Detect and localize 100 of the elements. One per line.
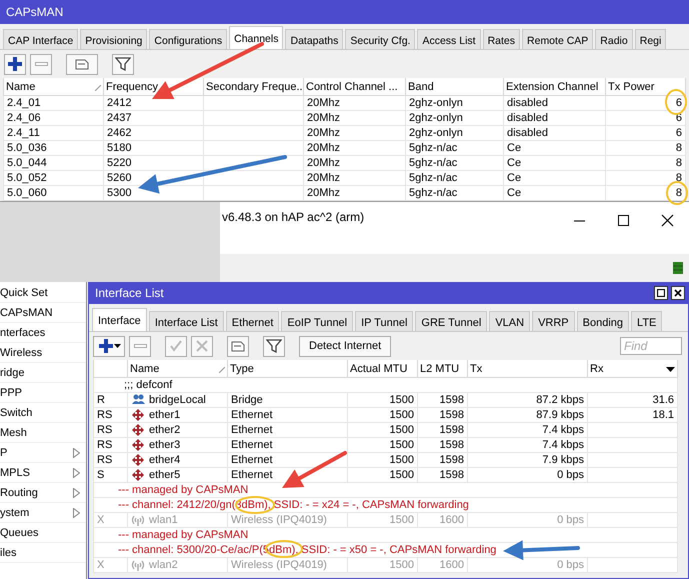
tab[interactable]: Provisioning xyxy=(80,29,148,49)
tab[interactable]: Remote CAP xyxy=(522,29,594,49)
maximize-icon[interactable] xyxy=(616,214,630,226)
tab[interactable]: GRE Tunnel xyxy=(415,311,488,331)
table-cell: 6 xyxy=(606,96,686,110)
tab[interactable]: LTE xyxy=(631,311,662,331)
status-flags: X xyxy=(94,512,128,528)
tab[interactable]: Access List xyxy=(417,29,481,49)
table-cell: 2437 xyxy=(104,110,204,126)
add-button[interactable] xyxy=(4,54,26,74)
table-cell: Ce xyxy=(504,186,606,200)
tab[interactable]: VLAN xyxy=(489,311,530,331)
window-title: v6.48.3 on hAP ac^2 (arm) xyxy=(221,210,366,224)
column-header[interactable]: Control Channel ... xyxy=(304,78,406,96)
column-header[interactable]: Extension Channel xyxy=(504,78,606,96)
column-header[interactable]: Rx xyxy=(590,362,604,374)
table-cell: Ethernet xyxy=(228,438,348,452)
sidebar-item[interactable]: Quick Set xyxy=(0,282,48,302)
table-cell: 8 xyxy=(606,140,686,156)
table-cell: 5ghz-n/ac xyxy=(406,186,504,200)
table-cell: 5.0_060 xyxy=(4,186,104,200)
filter-button[interactable] xyxy=(112,54,134,74)
table-cell: 8 xyxy=(606,156,686,170)
column-header[interactable]: Secondary Freque... xyxy=(204,78,304,96)
column-header[interactable]: Band xyxy=(406,78,504,96)
table-cell: 20Mhz xyxy=(304,126,406,140)
tab[interactable]: Radio xyxy=(595,29,633,49)
sidebar-item[interactable]: Switch xyxy=(0,402,32,422)
window-title: Interface List xyxy=(95,285,165,302)
tab[interactable]: Rates xyxy=(482,29,520,49)
table-cell: 1598 xyxy=(418,438,468,452)
column-header[interactable]: Actual MTU xyxy=(348,360,418,378)
table-cell: 1598 xyxy=(418,422,468,438)
table-cell: 1500 xyxy=(348,438,418,452)
table-cell: 1598 xyxy=(418,392,468,408)
table-cell: 0 bps xyxy=(468,512,588,528)
table-cell: 5ghz-n/ac xyxy=(406,140,504,156)
status-flags: RS xyxy=(94,452,128,468)
sidebar-item[interactable]: Routing xyxy=(0,482,38,502)
table-cell: 1600 xyxy=(418,558,468,572)
table-cell: 1600 xyxy=(418,512,468,528)
tab[interactable]: Configurations xyxy=(149,29,228,49)
tab[interactable]: Channels xyxy=(229,26,284,49)
sidebar-item[interactable]: ystem xyxy=(0,502,30,522)
filter-button[interactable] xyxy=(263,336,285,356)
status-indicator-icon xyxy=(673,262,683,274)
sidebar-item[interactable]: ridge xyxy=(0,362,24,382)
status-flags: RS xyxy=(94,438,128,452)
table-cell: 1500 xyxy=(348,452,418,468)
tab[interactable]: Bonding xyxy=(576,311,630,331)
detect-internet-button[interactable]: Detect Internet xyxy=(299,336,392,356)
column-header[interactable]: Tx Power xyxy=(606,78,686,96)
tab[interactable]: VRRP xyxy=(532,311,575,331)
sidebar-item[interactable]: Mesh xyxy=(0,422,27,442)
table-cell: 20Mhz xyxy=(304,110,406,126)
comment-button[interactable] xyxy=(66,54,98,74)
comment-button[interactable] xyxy=(227,336,249,356)
sidebar-item[interactable]: Wireless xyxy=(0,342,42,362)
tab[interactable]: Datapaths xyxy=(285,29,344,49)
tab[interactable]: IP Tunnel xyxy=(355,311,414,331)
column-header[interactable]: Tx xyxy=(468,360,588,378)
bridge-icon xyxy=(131,394,145,406)
column-header[interactable]: Type xyxy=(228,360,348,378)
column-header[interactable]: L2 MTU xyxy=(418,360,468,378)
close-icon[interactable] xyxy=(660,214,674,226)
plus-icon xyxy=(98,338,114,354)
maximize-button[interactable] xyxy=(654,286,668,300)
sidebar-item[interactable]: MPLS xyxy=(0,462,30,482)
sidebar-item[interactable]: PPP xyxy=(0,382,22,402)
find-field[interactable]: Find xyxy=(620,337,682,355)
ethernet-port-icon xyxy=(131,424,145,436)
minus-icon xyxy=(34,62,48,66)
table-cell: 1598 xyxy=(418,452,468,468)
table-cell: disabled xyxy=(504,96,606,110)
filter-icon xyxy=(266,338,282,354)
table-cell: Ethernet xyxy=(228,452,348,468)
tab[interactable]: Security Cfg. xyxy=(345,29,416,49)
tab[interactable]: EoIP Tunnel xyxy=(281,311,354,331)
sidebar-item[interactable]: Queues xyxy=(0,522,39,542)
sidebar-item[interactable]: iles xyxy=(0,542,17,562)
ethernet-port-icon xyxy=(131,408,145,422)
add-button[interactable] xyxy=(93,336,125,356)
table-cell: 1500 xyxy=(348,558,418,572)
table-cell: 20Mhz xyxy=(304,170,406,186)
tab[interactable]: Interface xyxy=(92,308,147,331)
tab[interactable]: Ethernet xyxy=(226,311,280,331)
status-flags: R xyxy=(94,392,128,408)
sidebar-item[interactable]: CAPsMAN xyxy=(0,302,53,322)
table-cell: 87.9 kbps xyxy=(468,408,588,422)
table-cell: 0 bps xyxy=(468,558,588,572)
table-cell: 5220 xyxy=(104,156,204,170)
sidebar-item[interactable]: nterfaces xyxy=(0,322,46,342)
ethernet-port-icon xyxy=(131,438,145,452)
tab[interactable]: CAP Interface xyxy=(3,29,78,49)
sidebar-item[interactable]: P xyxy=(0,442,8,462)
table-cell: 2ghz-onlyn xyxy=(406,110,504,126)
tab[interactable]: Regi xyxy=(634,29,666,49)
tab[interactable]: Interface List xyxy=(148,311,224,331)
close-button[interactable] xyxy=(671,286,685,300)
cross-icon xyxy=(194,338,210,354)
